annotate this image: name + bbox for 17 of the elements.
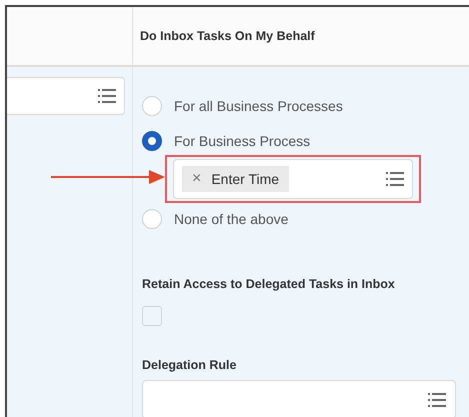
chip-label: Enter Time <box>211 171 280 187</box>
list-icon[interactable] <box>386 172 404 186</box>
arrow-icon <box>51 170 165 184</box>
radio-label: For all Business Processes <box>174 98 343 114</box>
radio-label: For Business Process <box>174 133 310 149</box>
remove-button[interactable]: × <box>192 170 202 188</box>
list-icon[interactable] <box>428 392 446 406</box>
column-header-title: Do Inbox Tasks On My Behalf <box>140 29 315 43</box>
radio-label: None of the above <box>174 211 288 227</box>
prompt-field[interactable] <box>142 380 456 417</box>
prompt-field[interactable]: × Enter Time <box>173 159 413 199</box>
field-label: Delegation Rule <box>142 358 236 372</box>
prompt-field[interactable] <box>7 77 125 115</box>
checkbox[interactable] <box>142 306 162 326</box>
radio-button[interactable] <box>142 131 162 151</box>
list-icon[interactable] <box>98 89 116 103</box>
field-label: Retain Access to Delegated Tasks in Inbox <box>142 277 395 291</box>
